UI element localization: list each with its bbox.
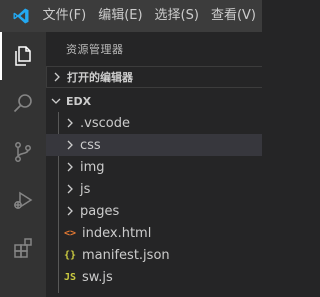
tree-file-index-html[interactable]: <> index.html (46, 222, 262, 244)
chevron-right-icon (62, 200, 78, 222)
tree-label: css (80, 137, 101, 153)
chevron-right-icon (62, 134, 78, 156)
tree-file-sw-js[interactable]: JS sw.js (46, 266, 262, 288)
chevron-right-icon (62, 112, 78, 134)
menu-edit[interactable]: 编辑(E) (92, 0, 148, 32)
tree-folder-vscode[interactable]: .vscode (46, 112, 262, 134)
tree-label: pages (80, 203, 120, 219)
html-file-icon: <> (63, 227, 77, 239)
tree-folder-js[interactable]: js (46, 178, 262, 200)
menu-file[interactable]: 文件(F) (43, 0, 93, 32)
chevron-right-icon (62, 156, 78, 178)
tree-label: .vscode (80, 115, 130, 131)
title-bar: 文件(F) 编辑(E) 选择(S) 查看(V) (0, 0, 262, 32)
vscode-logo-icon (0, 0, 43, 32)
tree-folder-css[interactable]: css (46, 134, 262, 156)
extensions-icon[interactable] (0, 224, 46, 272)
explorer-sidebar: 资源管理器 打开的编辑器 EDX .vscode css img js page… (46, 32, 262, 297)
chevron-right-icon (62, 178, 78, 200)
source-control-icon[interactable] (0, 128, 46, 176)
run-debug-icon[interactable] (0, 176, 46, 224)
explorer-title: 资源管理器 (66, 43, 124, 56)
menu-selection[interactable]: 选择(S) (149, 0, 205, 32)
activity-bar (0, 32, 46, 297)
js-file-icon: JS (63, 271, 77, 283)
tree-file-manifest-json[interactable]: {} manifest.json (46, 244, 262, 266)
folder-header-edx[interactable]: EDX (46, 90, 262, 112)
tree-label: index.html (82, 225, 152, 241)
search-icon[interactable] (0, 80, 46, 128)
tree-label: js (80, 181, 91, 197)
tree-folder-img[interactable]: img (46, 156, 262, 178)
chevron-down-icon (48, 93, 64, 109)
menu-view[interactable]: 查看(V) (205, 0, 262, 32)
tree-label: img (80, 159, 105, 175)
open-editors-header[interactable]: 打开的编辑器 (46, 66, 262, 88)
folder-name: EDX (66, 94, 92, 108)
tree-label: manifest.json (82, 247, 170, 263)
vscode-window: 文件(F) 编辑(E) 选择(S) 查看(V) 资源管理器 打开的编辑器 EDX… (0, 0, 262, 297)
tree-label: sw.js (82, 269, 113, 285)
tree-folder-pages[interactable]: pages (46, 200, 262, 222)
json-file-icon: {} (63, 249, 77, 261)
chevron-right-icon (49, 69, 65, 85)
files-icon[interactable] (0, 32, 46, 80)
open-editors-label: 打开的编辑器 (67, 71, 133, 84)
